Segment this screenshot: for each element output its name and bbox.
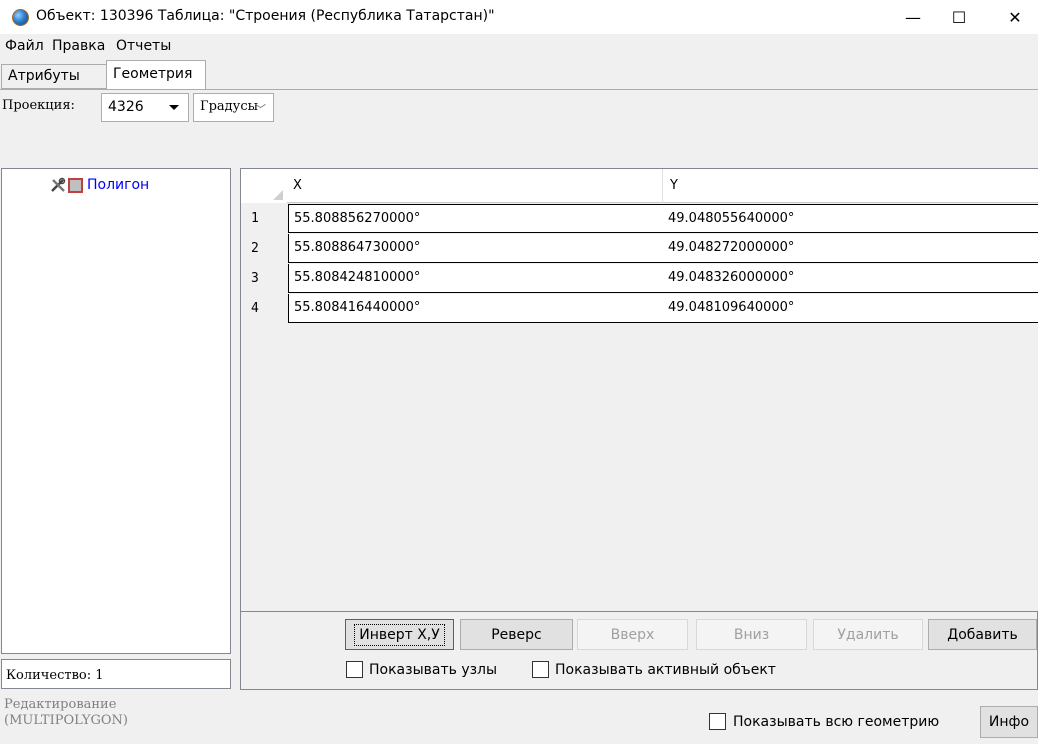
menu-edit[interactable]: Правка: [52, 38, 105, 54]
cell-y[interactable]: 49.048326000000°: [663, 264, 1038, 293]
cell-y[interactable]: 49.048272000000°: [663, 234, 1038, 263]
count-label: Количество: 1: [1, 659, 231, 689]
window-title: Объект: 130396 Таблица: "Строения (Респу…: [36, 8, 495, 24]
tree-item-polygon[interactable]: Полигон: [50, 177, 149, 193]
add-button[interactable]: Добавить: [928, 619, 1037, 650]
move-down-label: Вниз: [733, 626, 770, 643]
minimize-button[interactable]: —: [890, 0, 936, 34]
edit-mode-line2: (MULTIPOLYGON): [4, 713, 128, 728]
reverse-label: Реверс: [491, 626, 542, 643]
projection-value: 4326: [108, 99, 144, 115]
show-all-geometry-label: Показывать всю геометрию: [733, 713, 940, 730]
polygon-swatch-icon: [68, 177, 83, 193]
geometry-tree: Полигон: [1, 168, 231, 654]
move-up-label: Вверх: [610, 626, 655, 643]
delete-button[interactable]: Удалить: [813, 619, 923, 650]
title-bar: Объект: 130396 Таблица: "Строения (Респу…: [0, 0, 1038, 34]
close-button[interactable]: ✕: [992, 0, 1038, 34]
show-active-checkbox[interactable]: Показывать активный объект: [532, 661, 776, 678]
select-all-corner[interactable]: [241, 169, 287, 203]
checkbox-box: [532, 661, 549, 678]
maximize-icon: ☐: [951, 7, 967, 27]
projection-label: Проекция:: [2, 98, 75, 113]
cell-x[interactable]: 55.808856270000°: [288, 204, 664, 233]
units-value: Градусы: [200, 99, 258, 114]
cell-x[interactable]: 55.808416440000°: [288, 294, 664, 323]
move-down-button[interactable]: Вниз: [696, 619, 807, 650]
corner-triangle-icon: [273, 190, 283, 200]
row-number[interactable]: 1: [241, 204, 287, 233]
row-number[interactable]: 2: [241, 234, 287, 263]
close-icon: ✕: [1008, 7, 1022, 27]
tab-strip: Атрибуты Геометрия: [0, 60, 1038, 90]
grid-actions: Инверт X,У Реверс Вверх Вниз Удалить Доб…: [241, 611, 1038, 691]
invert-xy-label: Инверт X,У: [354, 623, 445, 646]
show-active-label: Показывать активный объект: [555, 661, 776, 678]
menu-file[interactable]: Файл: [5, 38, 44, 54]
menu-reports[interactable]: Отчеты: [116, 38, 171, 54]
minimize-icon: —: [905, 7, 921, 27]
column-header-x[interactable]: X: [288, 169, 663, 203]
edit-mode-line1: Редактирование: [4, 697, 117, 712]
units-dropdown[interactable]: Градусы ﹀: [193, 93, 274, 122]
cell-x[interactable]: 55.808424810000°: [288, 264, 664, 293]
tree-item-label: Полигон: [87, 177, 150, 193]
column-header-y[interactable]: Y: [664, 169, 1038, 203]
app-globe-icon: [12, 9, 29, 26]
tab-divider: [0, 89, 1038, 90]
coordinates-grid: X Y 1 55.808856270000° 49.048055640000° …: [241, 169, 1038, 611]
cell-y[interactable]: 49.048109640000°: [663, 294, 1038, 323]
invert-xy-button[interactable]: Инверт X,У: [345, 619, 454, 650]
reverse-button[interactable]: Реверс: [460, 619, 573, 650]
cell-x[interactable]: 55.808864730000°: [288, 234, 664, 263]
chevron-down-icon: ﹀: [255, 103, 266, 116]
checkbox-box: [709, 713, 726, 730]
row-number[interactable]: 3: [241, 264, 287, 293]
checkbox-box: [346, 661, 363, 678]
tools-icon: [50, 177, 66, 193]
info-button[interactable]: Инфо: [980, 706, 1038, 738]
move-up-button[interactable]: Вверх: [577, 619, 688, 650]
cell-y[interactable]: 49.048055640000°: [663, 204, 1038, 233]
edit-mode-status: Редактирование (MULTIPOLYGON): [4, 697, 128, 729]
coordinates-panel: X Y 1 55.808856270000° 49.048055640000° …: [240, 168, 1038, 690]
info-label: Инфо: [988, 714, 1030, 730]
grid-header: X Y: [241, 169, 1038, 203]
menu-bar: Файл Правка Отчеты: [0, 34, 1038, 60]
show-all-geometry-checkbox[interactable]: Показывать всю геометрию: [709, 713, 939, 730]
show-nodes-label: Показывать узлы: [369, 661, 498, 678]
tab-geometry[interactable]: Геометрия: [106, 60, 206, 90]
row-number[interactable]: 4: [241, 294, 287, 323]
caret-down-icon: [169, 105, 179, 110]
projection-dropdown[interactable]: 4326: [101, 93, 189, 122]
show-nodes-checkbox[interactable]: Показывать узлы: [346, 661, 497, 678]
tab-attributes[interactable]: Атрибуты: [1, 64, 107, 89]
maximize-button[interactable]: ☐: [936, 0, 982, 34]
delete-label: Удалить: [837, 626, 899, 643]
add-label: Добавить: [947, 626, 1018, 643]
